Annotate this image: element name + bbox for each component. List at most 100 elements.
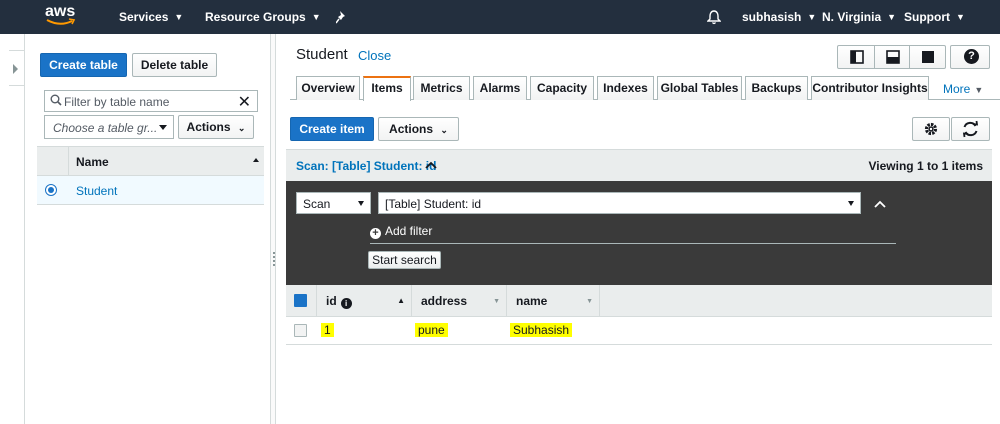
sort-ascending-icon: ▲ [397,296,405,305]
left-actions-button[interactable]: Actions ⌄ [178,115,254,139]
expand-sidebar-handle[interactable] [9,50,25,86]
name-header-label: name [516,294,548,308]
layout-split-horizontal-button[interactable] [874,45,910,69]
create-table-button[interactable]: Create table [40,53,127,77]
table-select-radio[interactable] [45,184,57,196]
caret-down-icon [159,125,167,130]
scan-target-select[interactable]: [Table] Student: id [378,192,861,214]
page-title: Student [296,46,348,63]
resource-groups-label: Resource Groups [205,10,306,24]
items-actions-button[interactable]: Actions ⌄ [378,117,459,141]
tab-alarms[interactable]: Alarms [473,76,527,100]
filter-divider [370,243,896,244]
refresh-button[interactable] [951,117,990,141]
create-item-button[interactable]: Create item [290,117,374,141]
help-icon: ? [964,49,979,64]
split-horizontal-icon [886,50,900,64]
bell-icon[interactable] [707,9,721,25]
sidebar-divider [24,34,25,424]
panel-splitter[interactable] [270,34,276,424]
close-link[interactable]: Close [358,48,391,63]
chevron-up-icon[interactable] [425,160,437,170]
scan-mode-select[interactable]: Scan [296,192,371,214]
tab-metrics[interactable]: Metrics [413,76,470,100]
id-header-label: id i [326,294,352,309]
scan-target-value: [Table] Student: id [385,197,482,211]
scan-mode-value: Scan [303,197,331,211]
address-header-label: address [421,294,468,308]
table-row[interactable]: Student [37,176,264,205]
settings-button[interactable] [912,117,950,141]
group-placeholder: Choose a table gr... [53,121,158,135]
sort-ascending-icon[interactable] [253,158,259,162]
services-menu[interactable]: Services ▼ [119,10,183,24]
plus-icon: + [370,228,381,239]
pin-icon[interactable] [336,10,348,24]
help-button[interactable]: ? [950,45,990,69]
tab-global-tables[interactable]: Global Tables [657,76,742,100]
refresh-icon [962,120,979,138]
chevron-down-icon: ▼ [956,12,965,22]
cell-id[interactable]: 1 [321,323,334,337]
column-header-id[interactable]: id i ▲ [316,285,411,317]
tab-capacity[interactable]: Capacity [530,76,594,100]
cell-address: pune [415,323,448,337]
select-all-checkbox[interactable] [294,294,307,307]
top-nav-bar: aws Services ▼ Resource Groups ▼ subhasish… [0,0,1000,34]
tab-contributor-insights[interactable]: Contributor Insights [811,76,929,100]
layout-split-vertical-button[interactable] [837,45,875,69]
resource-groups-menu[interactable]: Resource Groups ▼ [205,10,321,24]
filter-placeholder: Filter by table name [64,95,170,109]
chevron-down-icon: ▼ [311,12,321,22]
gear-icon [924,122,938,136]
table-filter-input[interactable]: Filter by table name ✕ [44,90,258,112]
column-header-name[interactable]: name ▼ [506,285,600,317]
chevron-down-icon: ⌄ [237,123,246,133]
chevron-down-icon: ⌄ [440,125,448,135]
search-icon [50,94,62,106]
add-filter-label: Add filter [385,224,433,238]
sort-icon: ▼ [586,298,593,305]
name-column-header[interactable]: Name [76,155,109,169]
tab-backups[interactable]: Backups [745,76,808,100]
items-actions-label: Actions [389,122,434,136]
info-icon[interactable]: i [340,298,352,309]
user-label: subhasish [742,10,802,24]
full-view-icon [922,51,934,63]
aws-logo[interactable]: aws [45,3,77,30]
viewing-count: Viewing 1 to 1 items [868,159,983,173]
start-search-button[interactable]: Start search [368,251,441,269]
caret-down-icon [848,201,854,206]
tab-overview[interactable]: Overview [296,76,360,100]
row-select-checkbox[interactable] [294,324,307,337]
cell-name: Subhasish [510,323,573,337]
aws-smile-icon [46,18,76,25]
tables-list-header: Name [37,146,264,177]
services-label: Services [119,10,169,24]
table-group-select[interactable]: Choose a table gr... [44,115,174,139]
region-menu[interactable]: N. Virginia ▼ [822,10,896,24]
chevron-down-icon: ▼ [807,12,817,22]
table-name-link[interactable]: Student [76,184,117,198]
tab-indexes[interactable]: Indexes [597,76,654,100]
collapse-scan-icon[interactable] [873,199,887,209]
splitter-grip-icon [273,252,275,268]
add-filter-link[interactable]: + Add filter [370,224,432,239]
clear-filter-icon[interactable]: ✕ [238,92,251,112]
delete-table-button[interactable]: Delete table [132,53,217,77]
more-tabs-menu[interactable]: More ▼ [943,82,983,96]
layout-full-button[interactable] [909,45,946,69]
scan-summary-label[interactable]: Scan: [Table] Student: id [296,159,436,173]
region-label: N. Virginia [822,10,882,24]
table-row[interactable]: 1 pune Subhasish [286,317,992,345]
column-header-address[interactable]: address ▼ [411,285,506,317]
tab-items[interactable]: Items [363,76,411,101]
scan-summary-bar: Scan: [Table] Student: id Viewing 1 to 1… [286,149,992,181]
user-menu[interactable]: subhasish ▼ [742,10,816,24]
left-actions-label: Actions [186,120,231,134]
results-header: id i ▲ address ▼ name ▼ [286,285,992,317]
support-menu[interactable]: Support ▼ [904,10,965,24]
chevron-down-icon: ▼ [174,12,184,22]
id-header-text: id [326,294,337,308]
chevron-down-icon: ▼ [974,85,984,95]
